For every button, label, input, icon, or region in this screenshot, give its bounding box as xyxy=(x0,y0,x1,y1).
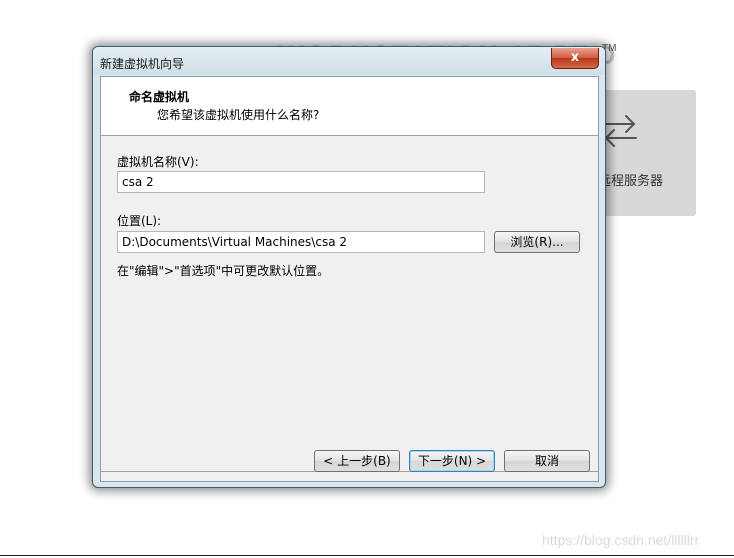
remote-server-tile[interactable] xyxy=(598,90,696,216)
location-hint: 在"编辑">"首选项"中可更改默认位置。 xyxy=(117,264,330,278)
remote-server-label: 远程服务器 xyxy=(598,174,664,189)
screen: WORKSTATION 15 PRO TM 远程服务器 https://blog… xyxy=(0,0,734,558)
wizard-header: 命名虚拟机 您希望该虚拟机使用什么名称? xyxy=(101,77,598,136)
swap-arrows-icon xyxy=(601,115,637,147)
close-button[interactable]: x xyxy=(551,48,599,69)
watermark-url: https://blog.csdn.net/llllllrr xyxy=(542,532,700,548)
location-input[interactable]: D:\Documents\Virtual Machines\csa 2 xyxy=(117,231,485,253)
dialog-title: 新建虚拟机向导 xyxy=(100,57,185,71)
dialog-client-area: 命名虚拟机 您希望该虚拟机使用什么名称? 虚拟机名称(V): csa 2 位置(… xyxy=(100,76,599,482)
new-vm-wizard-dialog: 新建虚拟机向导 x 命名虚拟机 您希望该虚拟机使用什么名称? 虚拟机名称(V):… xyxy=(92,46,606,488)
close-icon: x xyxy=(570,50,580,65)
page-subtitle: 您希望该虚拟机使用什么名称? xyxy=(157,108,320,122)
cancel-button[interactable]: 取消 xyxy=(504,450,590,472)
vm-name-label: 虚拟机名称(V): xyxy=(117,155,199,169)
back-button[interactable]: < 上一步(B) xyxy=(314,450,400,472)
vm-name-input[interactable]: csa 2 xyxy=(117,171,485,193)
browse-button[interactable]: 浏览(R)... xyxy=(494,231,580,253)
page-title: 命名虚拟机 xyxy=(129,90,190,104)
dialog-titlebar[interactable]: 新建虚拟机向导 x xyxy=(93,47,605,75)
location-label: 位置(L): xyxy=(117,214,162,228)
bottom-divider xyxy=(0,555,734,556)
next-button[interactable]: 下一步(N) > xyxy=(409,450,495,472)
